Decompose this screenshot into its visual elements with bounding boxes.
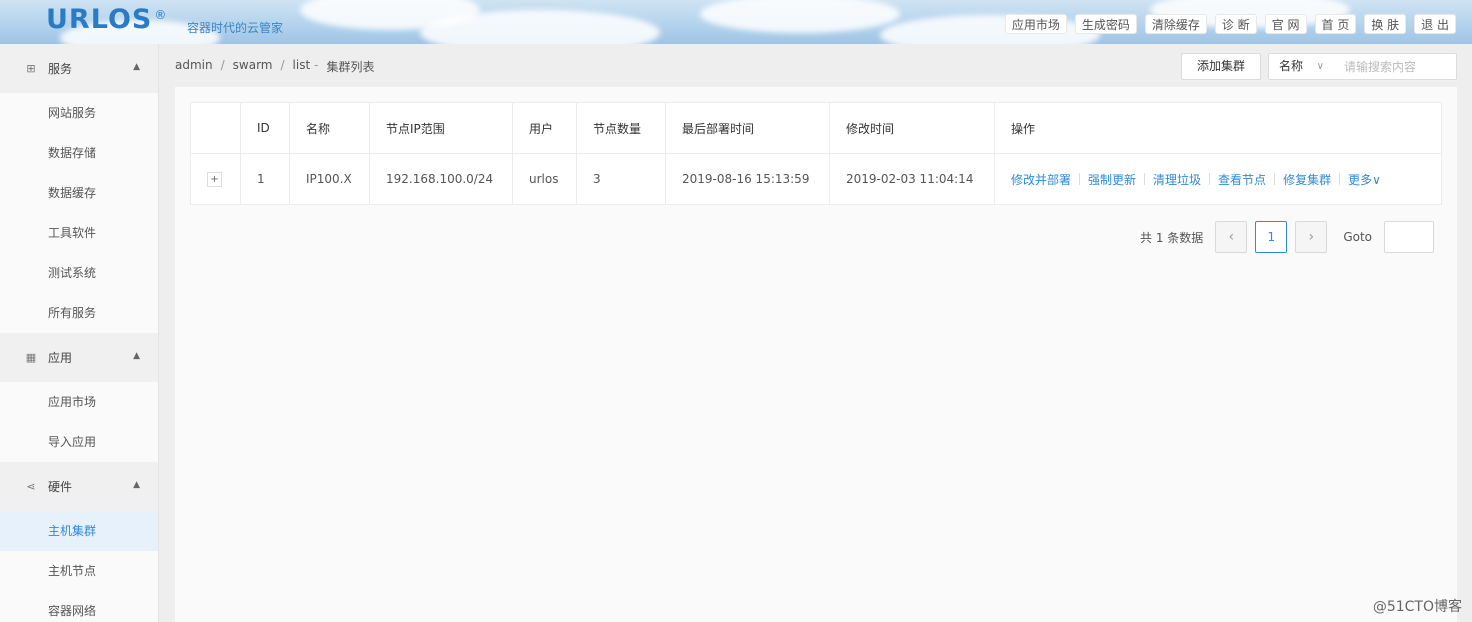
chevron-down-icon: ∨ [1316,61,1324,72]
sidebar-item-data-storage[interactable]: 数据存储 [0,133,158,173]
breadcrumb-separator: / [280,58,285,72]
modify-deploy-link[interactable]: 修改并部署 [1011,171,1071,188]
sidebar-item-all-services[interactable]: 所有服务 [0,293,158,333]
sidebar-item-test-systems[interactable]: 测试系统 [0,253,158,293]
sidebar-group-services[interactable]: ⊞ 服务 ▲ [0,44,158,93]
goto-label: Goto [1343,230,1372,244]
table-row: + 1 IP100.X 192.168.100.0/24 urlos 3 201… [190,153,1442,205]
col-user: 用户 [512,102,577,154]
sidebar-group-label: 应用 [48,351,73,365]
top-nav: 应用市场 生成密码 清除缓存 诊 断 官 网 首 页 换 肤 退 出 [1004,14,1456,34]
col-last-deploy: 最后部署时间 [665,102,830,154]
breadcrumb-swarm[interactable]: swarm [233,58,273,75]
cluster-table: ID 名称 节点IP范围 用户 节点数量 最后部署时间 修改时间 操作 + 1 … [190,102,1442,205]
more-label: 更多 [1348,172,1373,187]
nav-diagnose-button[interactable]: 诊 断 [1214,14,1257,34]
apps-icon: ▦ [25,351,37,364]
sidebar-item-website-services[interactable]: 网站服务 [0,93,158,133]
search-field-select[interactable]: 名称 ∨ [1268,53,1335,80]
col-id: ID [240,102,290,154]
sidebar-item-container-network[interactable]: 容器网络 [0,591,158,622]
next-page-button[interactable]: › [1295,221,1328,253]
more-dropdown[interactable]: 更多∨ [1348,171,1381,188]
chevron-up-icon: ▲ [133,480,140,490]
grid-icon: ⊞ [26,62,36,75]
col-modified: 修改时间 [829,102,995,154]
sidebar: ⊞ 服务 ▲ 网站服务 数据存储 数据缓存 工具软件 测试系统 所有服务 ▦ 应… [0,44,159,622]
repair-cluster-link[interactable]: 修复集群 [1283,171,1331,188]
sidebar-item-host-node[interactable]: 主机节点 [0,551,158,591]
search-input[interactable] [1334,53,1457,80]
sidebar-item-app-market[interactable]: 应用市场 [0,382,158,422]
sidebar-group-apps[interactable]: ▦ 应用 ▲ [0,333,158,382]
cell-actions: 修改并部署 强制更新 清理垃圾 查看节点 修复集群 更多∨ [994,153,1442,205]
table-header-row: ID 名称 节点IP范围 用户 节点数量 最后部署时间 修改时间 操作 [190,102,1442,154]
prev-page-button[interactable]: ‹ [1215,221,1248,253]
nav-home-button[interactable]: 首 页 [1314,14,1357,34]
breadcrumb: admin / swarm / list - 集群列表 [175,58,375,75]
force-update-link[interactable]: 强制更新 [1088,171,1136,188]
divider [1209,173,1211,185]
cell-node-count: 3 [576,153,666,205]
divider [1144,173,1146,185]
chevron-up-icon: ▲ [133,62,140,72]
nav-skin-button[interactable]: 换 肤 [1364,14,1407,34]
expand-row-button[interactable]: + [207,172,222,187]
sidebar-item-data-cache[interactable]: 数据缓存 [0,173,158,213]
sidebar-group-hardware[interactable]: ⋖ 硬件 ▲ [0,462,158,511]
chevron-up-icon: ▲ [133,351,140,361]
sidebar-item-host-cluster[interactable]: 主机集群 [0,511,158,551]
cell-last-deploy: 2019-08-16 15:13:59 [665,153,830,205]
pagination: 共 1 条数据 ‹ 1 › Goto [1140,221,1434,253]
divider [1339,173,1341,185]
add-cluster-button[interactable]: 添加集群 [1181,53,1261,80]
clean-garbage-link[interactable]: 清理垃圾 [1153,171,1201,188]
cell-ip-range: 192.168.100.0/24 [369,153,513,205]
sidebar-group-label: 硬件 [48,480,73,494]
cell-name: IP100.X [289,153,370,205]
search-field-value: 名称 [1279,59,1304,73]
watermark: @51CTO博客 [1372,599,1462,615]
cluster-list-panel: ID 名称 节点IP范围 用户 节点数量 最后部署时间 修改时间 操作 + 1 … [175,87,1457,622]
divider [1274,173,1276,185]
breadcrumb-separator: / [220,58,225,72]
share-nodes-icon: ⋖ [26,480,36,493]
nav-generate-password-button[interactable]: 生成密码 [1074,14,1137,34]
col-expand [190,102,241,154]
top-header: URLOS ® 容器时代的云管家 应用市场 生成密码 清除缓存 诊 断 官 网 首… [0,0,1472,44]
chevron-down-icon: ∨ [1372,172,1381,187]
cell-expand: + [190,153,241,205]
view-nodes-link[interactable]: 查看节点 [1218,171,1266,188]
divider [1079,173,1081,185]
goto-page-input[interactable] [1384,221,1434,253]
col-ip-range: 节点IP范围 [369,102,513,154]
cell-modified: 2019-02-03 11:04:14 [829,153,995,205]
nav-clear-cache-button[interactable]: 清除缓存 [1144,14,1207,34]
logo[interactable]: URLOS ® [46,4,166,35]
total-count: 共 1 条数据 [1140,230,1204,245]
breadcrumb-list[interactable]: list [293,58,311,75]
breadcrumb-admin[interactable]: admin [175,58,213,75]
nav-app-market-button[interactable]: 应用市场 [1004,14,1067,34]
col-actions: 操作 [994,102,1442,154]
nav-official-site-button[interactable]: 官 网 [1264,14,1307,34]
sidebar-item-import-app[interactable]: 导入应用 [0,422,158,462]
slogan: 容器时代的云管家 [187,21,284,35]
sidebar-item-tools[interactable]: 工具软件 [0,213,158,253]
cloud-decoration [700,0,900,33]
col-node-count: 节点数量 [576,102,666,154]
sidebar-group-label: 服务 [48,62,73,76]
breadcrumb-dash: - [314,58,319,72]
col-name: 名称 [289,102,370,154]
cell-user: urlos [512,153,577,205]
cell-id: 1 [240,153,290,205]
page-1-button[interactable]: 1 [1255,221,1288,253]
breadcrumb-page-title: 集群列表 [326,60,375,74]
nav-logout-button[interactable]: 退 出 [1414,14,1456,34]
